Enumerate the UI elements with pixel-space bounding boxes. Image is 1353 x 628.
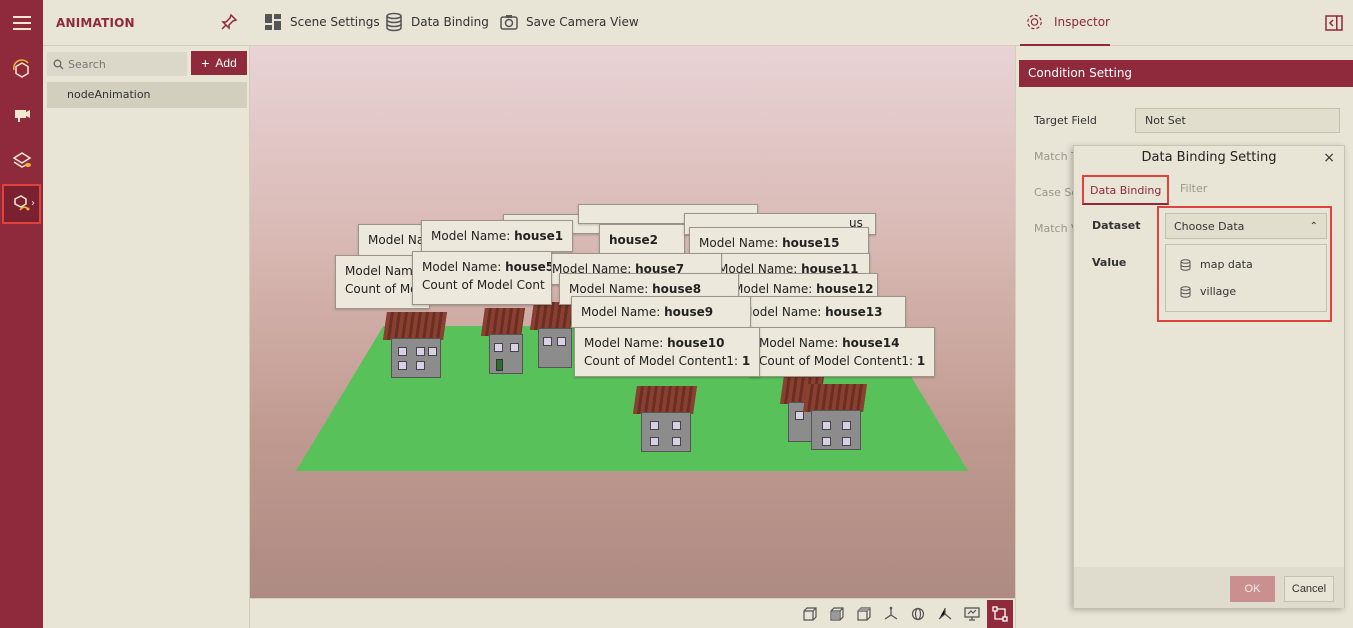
dataset-select-value: Choose Data — [1174, 220, 1245, 233]
dialog-title: Data Binding Setting — [1141, 150, 1277, 165]
model-label: Model Name: house13 — [732, 296, 906, 328]
case-sensitive-label: Case Se — [1034, 186, 1079, 199]
add-button[interactable]: + Add — [191, 51, 247, 75]
dialog-footer: OK Cancel — [1074, 567, 1344, 608]
tab-data-binding[interactable]: Data Binding — [1082, 175, 1170, 205]
close-icon[interactable]: × — [1323, 150, 1335, 166]
house-model — [383, 312, 447, 382]
scene-settings-button[interactable]: Scene Settings — [263, 12, 380, 32]
model-label: Model Name: house10 Count of Model Conten… — [574, 327, 761, 377]
scale-axis-icon[interactable] — [935, 604, 955, 624]
inspector-tab-label: Inspector — [1054, 15, 1110, 29]
ok-button[interactable]: OK — [1230, 576, 1275, 602]
node-path-icon[interactable] — [987, 600, 1013, 628]
presentation-icon[interactable] — [962, 604, 982, 624]
scene-settings-icon — [265, 14, 281, 30]
data-binding-dialog: Data Binding Setting × Data Binding Filt… — [1073, 145, 1345, 608]
data-binding-button[interactable]: Data Binding — [384, 12, 489, 32]
database-icon — [1180, 258, 1191, 271]
search-placeholder: Search — [68, 57, 106, 71]
scene-tree-panel: Search + Add nodeAnimation — [43, 46, 250, 628]
pin-icon[interactable] — [219, 12, 239, 35]
gear-icon — [1027, 14, 1042, 30]
view-top-cube-icon[interactable] — [854, 604, 874, 624]
cancel-button[interactable]: Cancel — [1284, 576, 1334, 602]
option-label: map data — [1200, 258, 1253, 271]
chevron-up-icon: ⌃ — [1309, 221, 1318, 232]
model-label: house2 — [599, 224, 685, 256]
house-model — [633, 386, 697, 456]
top-toolbar: ANIMATION Scene Settings Data Binding Sa… — [43, 0, 1353, 46]
viewport-toolbar — [250, 598, 1015, 628]
node-animation-icon[interactable]: › — [2, 184, 41, 224]
dataset-dropdown-highlight: Choose Data ⌃ map data village — [1157, 206, 1332, 322]
house-model — [530, 302, 574, 372]
dataset-option-map-data[interactable]: map data — [1180, 258, 1253, 271]
view-front-cube-icon[interactable] — [800, 604, 820, 624]
animation-cube-icon[interactable] — [2, 50, 41, 90]
scene-settings-label: Scene Settings — [290, 15, 380, 29]
condition-setting-header: Condition Setting — [1019, 60, 1353, 87]
house-model — [481, 308, 525, 378]
house-model — [803, 384, 867, 454]
database-icon — [386, 12, 402, 32]
rotate-gizmo-icon[interactable] — [908, 604, 928, 624]
model-label: Model Name: house14 Count of Model Conten… — [749, 327, 936, 377]
dataset-options-list: map data village — [1165, 244, 1327, 312]
value-label: Value — [1092, 256, 1127, 269]
left-rail: › — [0, 0, 43, 628]
match-type-label: Match T — [1034, 150, 1078, 163]
option-label: village — [1200, 285, 1237, 298]
layers-data-icon[interactable] — [2, 139, 41, 179]
target-field-select[interactable]: Not Set — [1135, 108, 1340, 133]
panel-toggle-icon[interactable] — [1325, 14, 1343, 35]
model-label: Model Name: house9 — [571, 296, 751, 328]
dataset-label: Dataset — [1092, 219, 1141, 232]
model-label: Model Name: house1 — [421, 220, 574, 252]
camera-scene-icon[interactable] — [2, 94, 41, 134]
tab-inspector[interactable]: Inspector — [1020, 0, 1110, 46]
search-icon — [53, 59, 64, 69]
hamburger-icon[interactable] — [2, 3, 41, 43]
tab-filter[interactable]: Filter — [1174, 175, 1213, 205]
list-item-nodeanimation[interactable]: nodeAnimation — [47, 82, 247, 108]
view-side-cube-icon[interactable] — [827, 604, 847, 624]
dataset-select[interactable]: Choose Data ⌃ — [1165, 213, 1327, 239]
target-field-label: Target Field — [1034, 114, 1097, 127]
scene-viewport[interactable]: Model Na house2 us Model Name: house15 M… — [250, 46, 1015, 598]
database-icon — [1180, 285, 1191, 298]
camera-icon — [500, 15, 518, 30]
move-axis-icon[interactable] — [881, 604, 901, 624]
chevron-right-icon: › — [31, 198, 35, 209]
model-label: Model Name: house5 Count of Model Cont — [412, 251, 552, 305]
save-camera-view-label: Save Camera View — [526, 15, 639, 29]
data-binding-label: Data Binding — [411, 15, 489, 29]
search-field[interactable]: Search — [47, 52, 187, 76]
save-camera-view-button[interactable]: Save Camera View — [499, 12, 639, 32]
plus-icon: + — [201, 55, 210, 71]
add-label: Add — [215, 56, 237, 70]
dataset-option-village[interactable]: village — [1180, 285, 1236, 298]
page-title: ANIMATION — [56, 16, 135, 30]
match-value-label: Match V — [1034, 222, 1079, 235]
